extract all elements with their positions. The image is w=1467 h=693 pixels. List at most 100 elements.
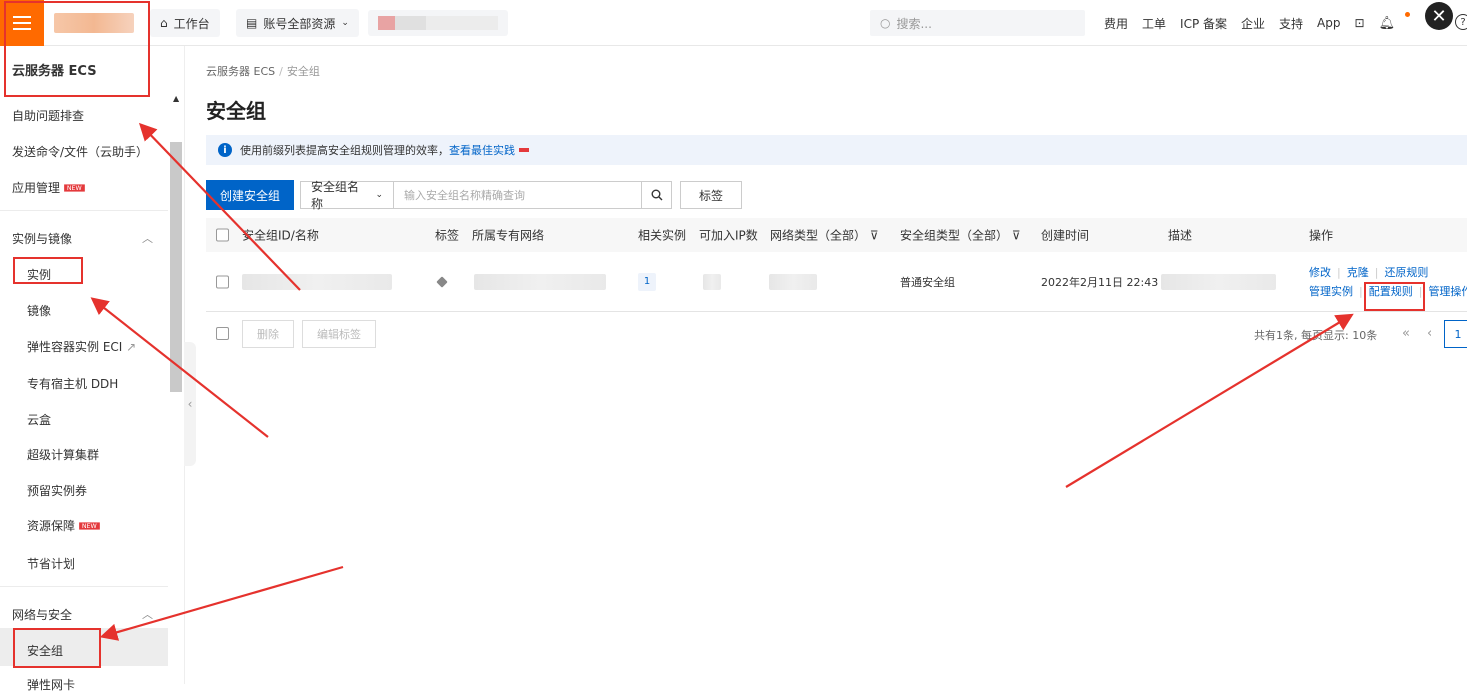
sg-type-value: 普通安全组 <box>900 275 955 289</box>
server-icon: ▤ <box>246 16 258 30</box>
new-badge: NEW <box>79 522 100 530</box>
security-group-table: 安全组ID/名称 标签 所属专有网络 相关实例 可加入IP数 网络类型（全部） … <box>206 218 1467 312</box>
sidebar-item-eni[interactable]: 弹性网卡 <box>27 676 75 693</box>
sidebar-group-network-security[interactable]: 网络与安全 <box>12 606 72 623</box>
network-type-value <box>769 273 817 290</box>
row-checkbox[interactable] <box>216 275 229 288</box>
annotation-highlight-configure-rules <box>1364 282 1425 311</box>
toolbar: 创建安全组 安全组名称 ⌄ 输入安全组名称精确查询 标签 <box>206 180 743 211</box>
global-search-input[interactable]: ○ 搜索... <box>870 10 1085 36</box>
restore-rules-link[interactable]: 还原规则 <box>1384 266 1428 279</box>
resource-selector[interactable]: ▤ 账号全部资源 ⌄ <box>236 9 359 37</box>
top-link-support[interactable]: 支持 <box>1279 15 1303 32</box>
close-icon[interactable]: ✕ <box>1425 2 1453 30</box>
create-security-group-button[interactable]: 创建安全组 <box>206 180 295 210</box>
breadcrumb-ecs[interactable]: 云服务器 ECS <box>206 65 275 78</box>
info-icon: i <box>218 143 232 157</box>
search-button[interactable] <box>642 181 673 209</box>
actions-row-1: 修改 | 克隆 | 还原规则 <box>1309 266 1429 279</box>
vpc-link[interactable] <box>474 273 606 290</box>
edit-tags-button[interactable]: 编辑标签 <box>302 320 376 348</box>
table-footer: 删除 编辑标签 共有1条, 每页显示: 10条 « ‹ 1 <box>206 320 1467 348</box>
column-header-tags: 标签 <box>435 228 460 243</box>
search-icon: ○ <box>880 16 891 30</box>
top-link-enterprise[interactable]: 企业 <box>1241 15 1265 32</box>
column-header-actions: 操作 <box>1309 228 1334 243</box>
table-header: 安全组ID/名称 标签 所属专有网络 相关实例 可加入IP数 网络类型（全部） … <box>206 218 1467 252</box>
bell-icon[interactable]: 🔔︎ <box>1379 16 1396 31</box>
column-header-description: 描述 <box>1168 228 1193 243</box>
breadcrumb: 云服务器 ECS / 安全组 <box>206 65 320 78</box>
manage-operations-link[interactable]: 管理操作 <box>1428 285 1467 298</box>
sidebar-item-resource-guarantee[interactable]: 资源保障 NEW <box>27 517 101 534</box>
terminal-icon[interactable]: ⊡ <box>1355 16 1365 30</box>
security-group-id-link[interactable] <box>242 273 392 290</box>
column-header-network-type[interactable]: 网络类型（全部） ⊽ <box>770 227 879 244</box>
scroll-up-icon[interactable]: ▲ <box>173 94 179 103</box>
sidebar-item-images[interactable]: 镜像 <box>27 302 51 319</box>
sidebar-collapse-handle[interactable]: ‹ <box>184 342 196 466</box>
sidebar-item-eci[interactable]: 弹性容器实例 ECI ↗ <box>27 338 136 355</box>
modify-link[interactable]: 修改 <box>1309 266 1331 279</box>
region-selector[interactable] <box>368 10 508 36</box>
chevron-up-icon[interactable]: ︿ <box>142 606 153 622</box>
home-icon: ⌂ <box>160 16 168 30</box>
annotation-highlight-header <box>4 1 150 97</box>
sidebar-item-cloud-box[interactable]: 云盒 <box>27 411 51 428</box>
tag-icon[interactable] <box>436 275 448 288</box>
breadcrumb-current: 安全组 <box>286 65 320 78</box>
description-value <box>1161 273 1276 290</box>
notice-text: 使用前缀列表提高安全组规则管理的效率，查看最佳实践 <box>240 142 529 158</box>
footer-select-checkbox[interactable] <box>216 327 229 340</box>
chevron-up-icon[interactable]: ︿ <box>142 230 153 246</box>
chevron-down-icon: ⌄ <box>375 190 384 200</box>
divider <box>0 586 168 587</box>
top-link-fees[interactable]: 费用 <box>1104 15 1128 32</box>
related-instances-count[interactable]: 1 <box>638 272 656 291</box>
help-icon[interactable]: ? <box>1455 14 1467 30</box>
search-icon <box>651 189 663 201</box>
badge-icon <box>519 148 529 152</box>
sidebar-scrollbar[interactable] <box>170 142 182 392</box>
sidebar-item-savings-plan[interactable]: 节省计划 <box>27 555 75 572</box>
notification-dot <box>1405 12 1410 17</box>
sidebar-group-instances-images[interactable]: 实例与镜像 <box>12 230 72 247</box>
chevron-down-icon: ⌄ <box>341 18 349 28</box>
column-header-ip-count: 可加入IP数 <box>699 228 758 243</box>
column-header-instances: 相关实例 <box>638 228 687 243</box>
column-header-sg-type[interactable]: 安全组类型（全部） ⊽ <box>900 227 1021 244</box>
divider <box>0 210 168 211</box>
workbench-button[interactable]: ⌂ 工作台 <box>150 9 220 37</box>
prev-page-icon[interactable]: ‹ <box>1427 326 1432 341</box>
ip-count-value <box>703 273 721 290</box>
sidebar: 云服务器 ECS ▲ 自助问题排查 发送命令/文件（云助手） 应用管理 NEW 实… <box>0 46 185 692</box>
info-notice: i 使用前缀列表提高安全组规则管理的效率，查看最佳实践 <box>206 135 1467 165</box>
manage-instances-link[interactable]: 管理实例 <box>1309 285 1353 298</box>
pager-summary: 共有1条, 每页显示: 10条 <box>1254 329 1378 342</box>
delete-button[interactable]: 删除 <box>242 320 294 348</box>
filter-icon[interactable]: ⊽ <box>870 229 879 243</box>
sidebar-item-super-computing[interactable]: 超级计算集群 <box>27 446 99 463</box>
sidebar-item-self-troubleshoot[interactable]: 自助问题排查 <box>12 107 84 124</box>
security-group-search-input[interactable]: 输入安全组名称精确查询 <box>394 181 643 209</box>
annotation-highlight-instances <box>13 257 83 284</box>
table-row: 1 普通安全组 2022年2月11日 22:43 修改 | 克隆 | 还原规则 管理实例… <box>206 252 1467 312</box>
first-page-icon[interactable]: « <box>1402 326 1410 341</box>
page-number[interactable]: 1 <box>1444 320 1467 348</box>
select-all-checkbox[interactable] <box>216 228 229 242</box>
sidebar-item-ddh[interactable]: 专有宿主机 DDH <box>27 375 118 392</box>
sidebar-item-send-command[interactable]: 发送命令/文件（云助手） <box>12 143 148 160</box>
annotation-highlight-security-groups <box>13 628 101 668</box>
search-field-select[interactable]: 安全组名称 ⌄ <box>300 180 395 211</box>
top-link-tickets[interactable]: 工单 <box>1142 15 1166 32</box>
clone-link[interactable]: 克隆 <box>1347 266 1369 279</box>
top-link-app[interactable]: App <box>1317 16 1340 30</box>
sidebar-item-app-management[interactable]: 应用管理 NEW <box>12 179 86 196</box>
tags-button[interactable]: 标签 <box>680 181 743 209</box>
best-practice-link[interactable]: 查看最佳实践 <box>449 144 515 157</box>
top-link-icp[interactable]: ICP 备案 <box>1180 15 1227 32</box>
sidebar-item-reserved-instances[interactable]: 预留实例券 <box>27 482 87 499</box>
new-badge: NEW <box>64 184 85 192</box>
column-header-vpc: 所属专有网络 <box>472 228 545 243</box>
filter-icon[interactable]: ⊽ <box>1012 229 1021 243</box>
